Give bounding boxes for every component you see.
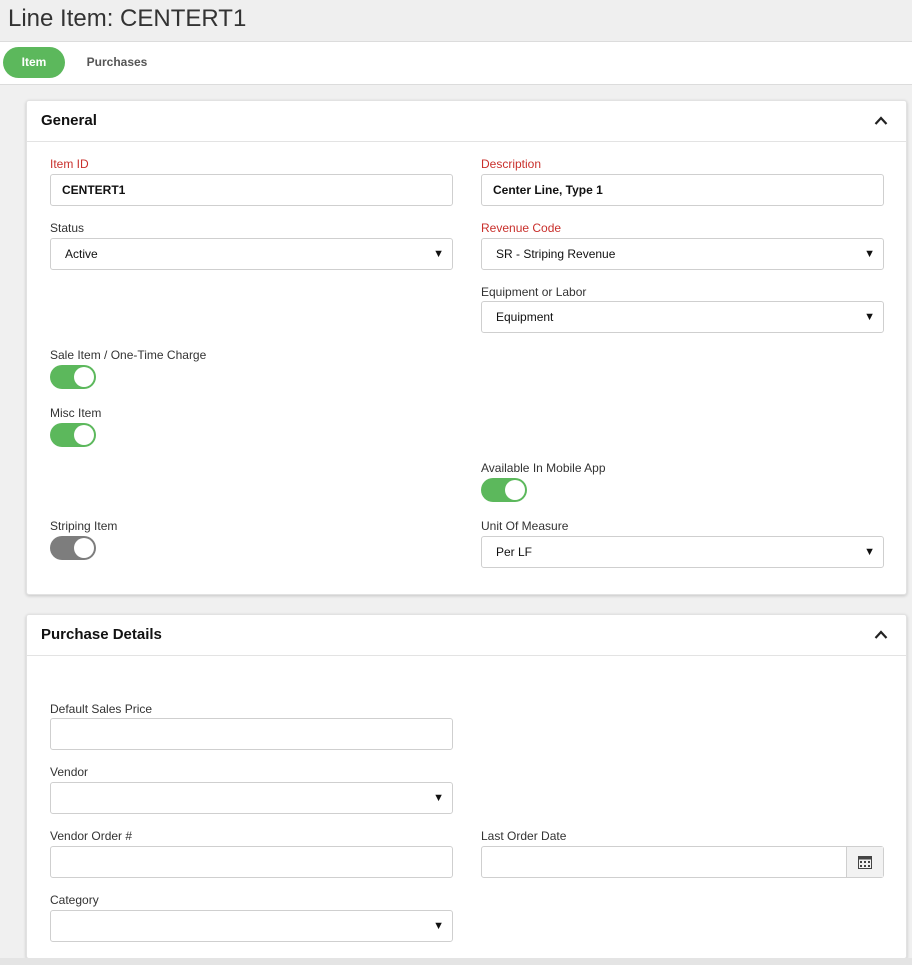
bottom-strip [0,958,912,965]
striping-item-toggle[interactable] [50,536,96,560]
misc-item-label: Misc Item [50,406,102,420]
equipment-or-labor-value: Equipment [496,310,554,324]
dropdown-arrow-icon: ▼ [433,248,444,260]
toggle-knob [74,425,94,445]
toggle-knob [74,538,94,558]
page-header: Line Item: CENTERT1 [0,0,912,42]
status-label: Status [50,221,85,235]
default-sales-price-label: Default Sales Price [50,702,153,716]
vendor-label: Vendor [50,765,89,779]
tab-bar: Item Purchases [0,42,912,85]
revenue-code-value: SR - Striping Revenue [496,247,616,261]
general-panel: General Item ID CENTERT1 Description Cen… [26,100,907,595]
calendar-icon[interactable] [846,847,883,877]
chevron-up-icon[interactable] [874,114,888,128]
status-select[interactable]: Active ▼ [50,238,453,270]
sale-item-toggle[interactable] [50,365,96,389]
unit-of-measure-value: Per LF [496,545,533,559]
vendor-order-label: Vendor Order # [50,829,133,843]
equipment-or-labor-label: Equipment or Labor [481,285,587,299]
purchase-details-panel: Purchase Details Default Sales Price Ven… [26,614,907,959]
item-id-input[interactable]: CENTERT1 [50,174,453,206]
general-panel-header: General [27,101,906,142]
unit-of-measure-select[interactable]: Per LF ▼ [481,536,884,568]
chevron-up-icon[interactable] [874,628,888,642]
revenue-code-select[interactable]: SR - Striping Revenue ▼ [481,238,884,270]
description-label: Description [481,157,542,171]
dropdown-arrow-icon: ▼ [864,546,875,558]
status-value: Active [65,247,98,261]
general-panel-title: General [41,112,97,129]
purchase-details-title: Purchase Details [41,626,162,643]
dropdown-arrow-icon: ▼ [864,311,875,323]
last-order-date-input[interactable] [481,846,884,878]
striping-item-label: Striping Item [50,519,118,533]
vendor-select[interactable]: ▼ [50,782,453,814]
toggle-knob [74,367,94,387]
sale-item-label: Sale Item / One-Time Charge [50,348,207,362]
page-title: Line Item: CENTERT1 [8,5,247,32]
dropdown-arrow-icon: ▼ [433,920,444,932]
vendor-order-input[interactable] [50,846,453,878]
revenue-code-label: Revenue Code [481,221,562,235]
dropdown-arrow-icon: ▼ [433,792,444,804]
last-order-date-label: Last Order Date [481,829,567,843]
category-select[interactable]: ▼ [50,910,453,942]
misc-item-toggle[interactable] [50,423,96,447]
item-id-label: Item ID [50,157,89,171]
tab-item[interactable]: Item [3,47,65,78]
purchase-details-header: Purchase Details [27,615,906,656]
available-mobile-label: Available In Mobile App [481,461,606,475]
default-sales-price-input[interactable] [50,718,453,750]
tab-purchases[interactable]: Purchases [82,47,152,78]
description-input[interactable]: Center Line, Type 1 [481,174,884,206]
category-label: Category [50,893,99,907]
equipment-or-labor-select[interactable]: Equipment ▼ [481,301,884,333]
dropdown-arrow-icon: ▼ [864,248,875,260]
unit-of-measure-label: Unit Of Measure [481,519,569,533]
available-mobile-toggle[interactable] [481,478,527,502]
toggle-knob [505,480,525,500]
